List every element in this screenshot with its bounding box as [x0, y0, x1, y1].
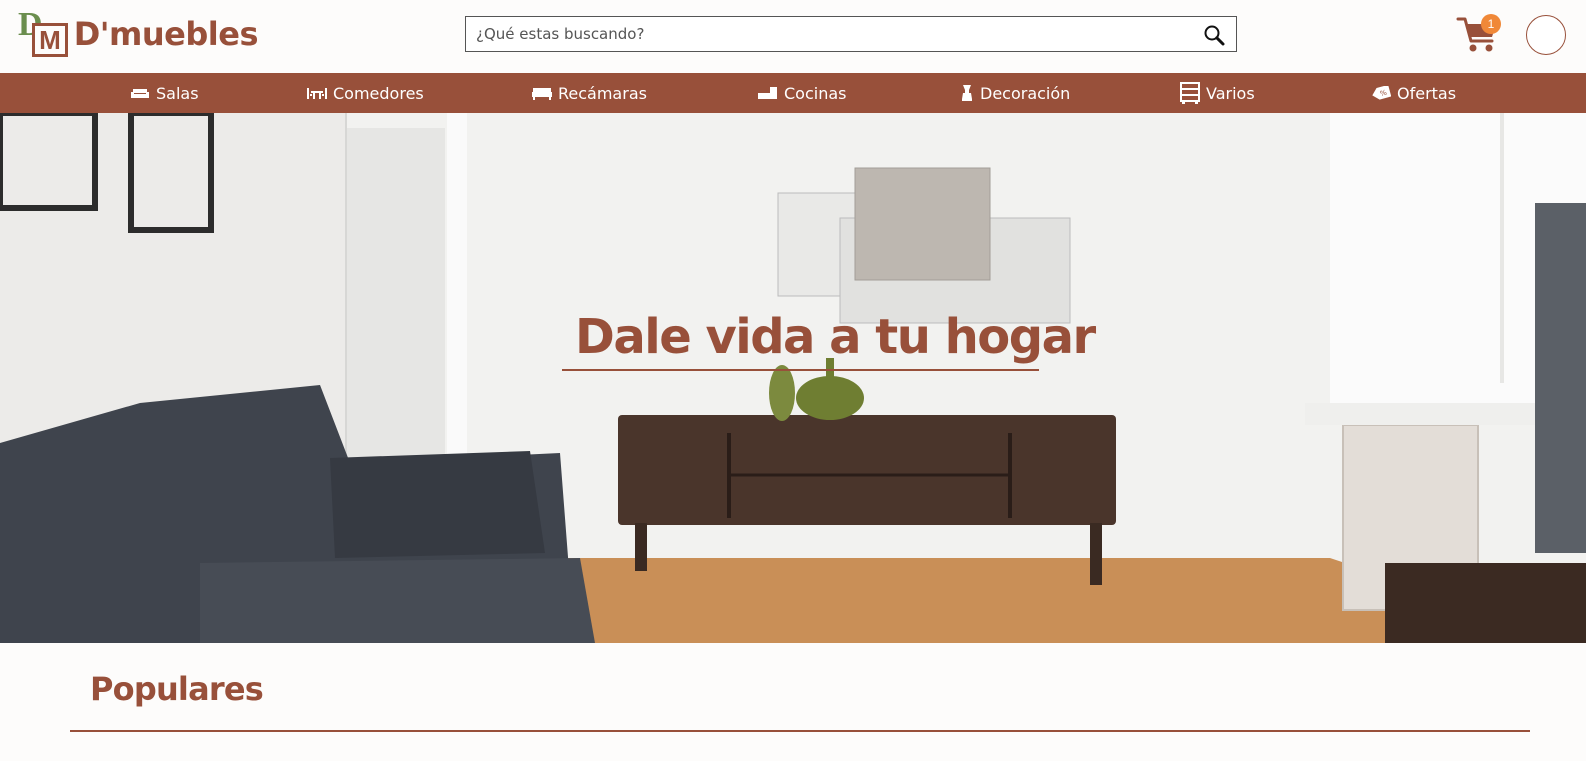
nav-item-comedores[interactable]: Comedores: [307, 73, 424, 113]
sofa-icon: [130, 86, 150, 100]
search-icon[interactable]: [1202, 23, 1226, 47]
section-divider: [70, 730, 1530, 732]
brand-name: D'muebles: [73, 15, 259, 53]
kitchen-icon: [758, 86, 778, 100]
nav-item-decoracion[interactable]: Decoración: [960, 73, 1070, 113]
bed-icon: [532, 86, 552, 100]
nav-item-varios[interactable]: Varios: [1180, 73, 1255, 113]
nav-item-label: Ofertas: [1397, 83, 1457, 103]
search-input[interactable]: [466, 17, 1186, 51]
lamp-icon: [960, 84, 974, 102]
nav-item-label: Decoración: [980, 83, 1071, 103]
hero-living-room-image: [0, 113, 1586, 643]
nav-item-label: Cocinas: [784, 83, 847, 103]
search-bar: [465, 16, 1237, 52]
category-nav: Salas Comedores Recámaras Cocinas Decora…: [0, 73, 1586, 113]
hero-title-underline: [562, 369, 1039, 371]
dining-table-icon: [307, 86, 327, 100]
nav-item-recamaras[interactable]: Recámaras: [532, 73, 647, 113]
logo-letter-m: M: [39, 25, 61, 55]
site-logo[interactable]: D M D'muebles: [18, 8, 259, 60]
nav-item-ofertas[interactable]: % Ofertas: [1371, 73, 1456, 113]
nav-item-label: Comedores: [333, 83, 424, 103]
nav-item-label: Salas: [156, 83, 199, 103]
hero-banner: Dale vida a tu hogar: [0, 113, 1586, 643]
site-header: D M D'muebles 1: [0, 0, 1586, 73]
hero-title: Dale vida a tu hogar: [575, 309, 1096, 365]
popular-section-title: Populares: [90, 670, 264, 708]
logo-mark: D M: [18, 8, 68, 60]
dresser-icon: [1180, 82, 1200, 104]
nav-item-cocinas[interactable]: Cocinas: [758, 73, 846, 113]
discount-tag-icon: %: [1371, 86, 1391, 100]
user-avatar-button[interactable]: [1526, 15, 1566, 55]
nav-item-label: Recámaras: [558, 83, 647, 103]
nav-item-salas[interactable]: Salas: [130, 73, 199, 113]
logo-letter-m-box: M: [32, 23, 68, 57]
cart-count-badge: 1: [1481, 14, 1501, 34]
nav-item-label: Varios: [1206, 83, 1255, 103]
